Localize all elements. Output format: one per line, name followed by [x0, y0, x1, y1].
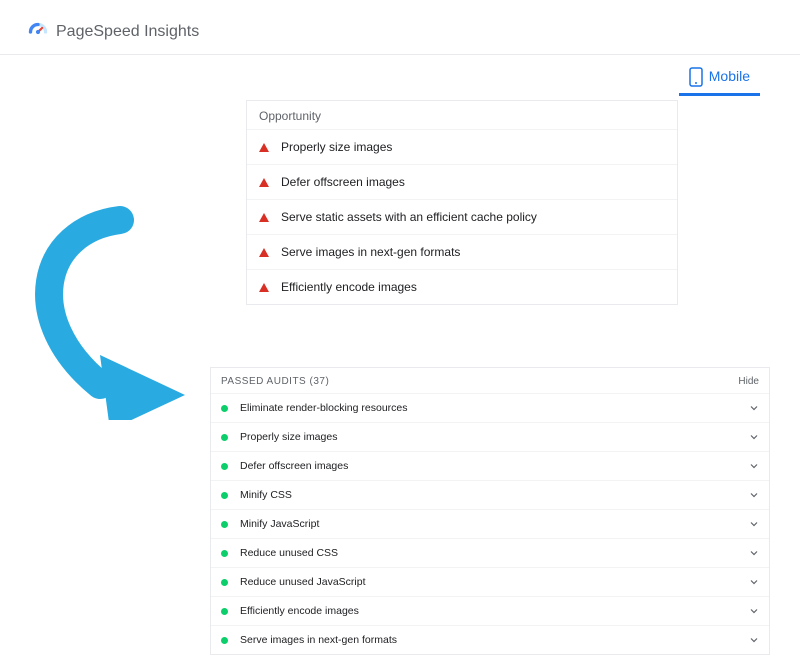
audit-item[interactable]: Serve images in next-gen formats [211, 625, 769, 654]
tab-mobile[interactable]: Mobile [679, 61, 760, 96]
curved-arrow-icon [10, 200, 230, 420]
audit-label: Eliminate render-blocking resources [240, 402, 749, 414]
pass-dot-icon [221, 521, 228, 528]
chevron-down-icon [749, 548, 759, 558]
opportunity-label: Serve images in next-gen formats [281, 245, 460, 259]
audit-label: Properly size images [240, 431, 749, 443]
audit-item[interactable]: Reduce unused CSS [211, 538, 769, 567]
opportunity-item[interactable]: Serve static assets with an efficient ca… [247, 199, 677, 234]
pass-dot-icon [221, 463, 228, 470]
audit-label: Minify JavaScript [240, 518, 749, 530]
opportunity-label: Properly size images [281, 140, 392, 154]
opportunity-item[interactable]: Efficiently encode images [247, 269, 677, 304]
hide-button[interactable]: Hide [738, 376, 759, 387]
warning-triangle-icon [259, 283, 269, 292]
passed-audits-panel: PASSED AUDITS (37) Hide Eliminate render… [210, 367, 770, 655]
warning-triangle-icon [259, 143, 269, 152]
product-title: PageSpeed Insights [56, 23, 199, 41]
warning-triangle-icon [259, 213, 269, 222]
warning-triangle-icon [259, 178, 269, 187]
audit-item[interactable]: Defer offscreen images [211, 451, 769, 480]
warning-triangle-icon [259, 248, 269, 257]
opportunity-label: Defer offscreen images [281, 175, 405, 189]
phone-icon [689, 67, 703, 85]
tab-bar: Mobile [0, 55, 800, 96]
audit-item[interactable]: Minify CSS [211, 480, 769, 509]
audit-label: Defer offscreen images [240, 460, 749, 472]
pass-dot-icon [221, 550, 228, 557]
audit-item[interactable]: Eliminate render-blocking resources [211, 393, 769, 422]
opportunity-item[interactable]: Properly size images [247, 129, 677, 164]
audit-item[interactable]: Efficiently encode images [211, 596, 769, 625]
chevron-down-icon [749, 490, 759, 500]
pagespeed-logo [28, 22, 48, 42]
opportunity-panel: Opportunity Properly size images Defer o… [246, 100, 678, 305]
tab-mobile-label: Mobile [709, 68, 750, 84]
passed-audits-title: PASSED AUDITS (37) [221, 376, 329, 387]
audit-label: Minify CSS [240, 489, 749, 501]
audit-label: Serve images in next-gen formats [240, 634, 749, 646]
audit-item[interactable]: Minify JavaScript [211, 509, 769, 538]
chevron-down-icon [749, 577, 759, 587]
audit-label: Efficiently encode images [240, 605, 749, 617]
opportunity-label: Efficiently encode images [281, 280, 417, 294]
pass-dot-icon [221, 637, 228, 644]
audit-item[interactable]: Properly size images [211, 422, 769, 451]
pass-dot-icon [221, 608, 228, 615]
opportunity-label: Serve static assets with an efficient ca… [281, 210, 537, 224]
chevron-down-icon [749, 403, 759, 413]
passed-audits-header: PASSED AUDITS (37) Hide [211, 368, 769, 393]
pass-dot-icon [221, 405, 228, 412]
chevron-down-icon [749, 461, 759, 471]
audit-item[interactable]: Reduce unused JavaScript [211, 567, 769, 596]
opportunity-heading: Opportunity [247, 101, 677, 129]
chevron-down-icon [749, 635, 759, 645]
chevron-down-icon [749, 519, 759, 529]
audit-label: Reduce unused JavaScript [240, 576, 749, 588]
opportunity-item[interactable]: Defer offscreen images [247, 164, 677, 199]
chevron-down-icon [749, 432, 759, 442]
pass-dot-icon [221, 434, 228, 441]
opportunity-item[interactable]: Serve images in next-gen formats [247, 234, 677, 269]
pass-dot-icon [221, 492, 228, 499]
audit-label: Reduce unused CSS [240, 547, 749, 559]
chevron-down-icon [749, 606, 759, 616]
page-header: PageSpeed Insights [0, 0, 800, 55]
pass-dot-icon [221, 579, 228, 586]
